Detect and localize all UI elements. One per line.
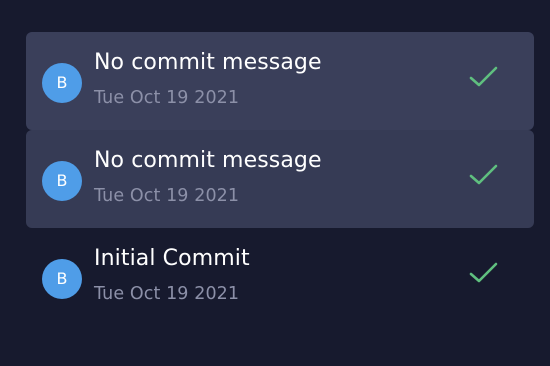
commit-list: B No commit message Tue Oct 19 2021 B No… <box>26 32 534 326</box>
avatar: B <box>42 63 82 103</box>
check-icon <box>469 262 498 283</box>
commit-date: Tue Oct 19 2021 <box>94 186 240 206</box>
avatar: B <box>42 259 82 299</box>
commit-row[interactable]: B No commit message Tue Oct 19 2021 <box>26 32 534 130</box>
commit-date: Tue Oct 19 2021 <box>94 284 240 304</box>
avatar: B <box>42 161 82 201</box>
commit-row[interactable]: B Initial Commit Tue Oct 19 2021 <box>26 228 534 326</box>
commit-date: Tue Oct 19 2021 <box>94 88 240 108</box>
commit-message: Initial Commit <box>94 246 250 271</box>
check-icon <box>469 164 498 185</box>
commit-message: No commit message <box>94 50 322 75</box>
commit-message: No commit message <box>94 148 322 173</box>
commit-row[interactable]: B No commit message Tue Oct 19 2021 <box>26 130 534 228</box>
check-icon <box>469 66 498 87</box>
